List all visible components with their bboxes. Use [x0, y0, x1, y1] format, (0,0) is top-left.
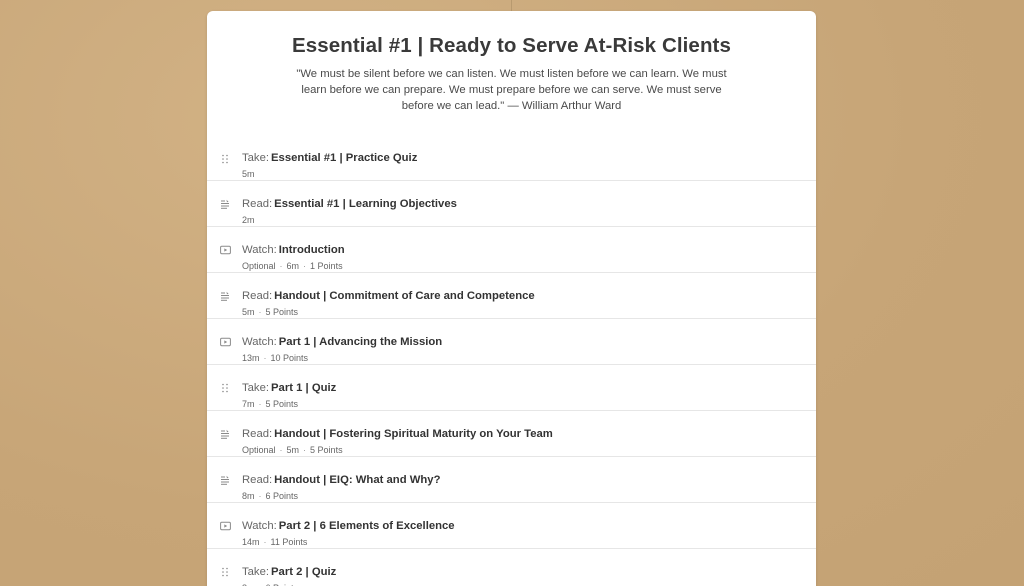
- item-action-prefix: Watch:: [242, 244, 277, 256]
- item-action-prefix: Read:: [242, 428, 273, 440]
- module-item-video[interactable]: Watch: Part 2 | 6 Elements of Excellence 1…: [207, 503, 816, 549]
- item-meta: Optional · 5m · 5 Points: [242, 444, 343, 456]
- item-meta-value: 1 Points: [310, 261, 343, 271]
- item-title-line: Take: Essential #1 | Practice Quiz: [242, 151, 417, 165]
- reading-icon: [220, 291, 230, 301]
- item-name-link[interactable]: Part 1 | Advancing the Mission: [279, 336, 442, 348]
- item-action-prefix: Watch:: [242, 520, 277, 532]
- module-item-quiz[interactable]: Take:Part 2 | Quiz 8m·6 Points: [207, 549, 816, 586]
- reading-icon: [220, 199, 230, 209]
- meta-separator: ·: [303, 445, 307, 455]
- module-item-quiz[interactable]: Take: Essential #1 | Practice Quiz 5m: [207, 138, 816, 181]
- item-meta-value: 5m: [286, 445, 300, 455]
- reading-icon: [220, 429, 230, 439]
- item-name-link[interactable]: Part 2 | 6 Elements of Excellence: [279, 520, 455, 532]
- item-title-line: Take: Part 2 | Quiz: [242, 565, 336, 579]
- item-meta-value: 13m: [242, 353, 260, 363]
- item-action-prefix: Take:: [242, 152, 270, 164]
- module-title: Essential #1 | Ready to Serve At-Risk Cl…: [291, 34, 731, 57]
- video-icon: [220, 337, 231, 347]
- module-item-reading[interactable]: Read: Handout | Commitment of Care and Co…: [207, 273, 816, 319]
- video-icon: [220, 245, 231, 255]
- item-meta-value: 7m: [242, 399, 255, 409]
- module-item-reading[interactable]: Read: Essential #1 | Learning Objectives 2…: [207, 181, 816, 227]
- item-title-line: Read: Handout | EIQ: What and Why?: [242, 473, 440, 487]
- item-meta: 14m · 11 Points: [242, 536, 307, 548]
- item-title-line: Read: Handout | Fostering Spiritual Matur…: [242, 427, 553, 441]
- meta-separator: ·: [258, 307, 262, 317]
- video-icon: [220, 521, 231, 531]
- meta-separator: ·: [258, 399, 262, 409]
- item-meta: 5m · 5 Points: [242, 306, 298, 318]
- item-action-prefix: Read:: [242, 290, 273, 302]
- item-meta-value: 5m: [242, 169, 255, 179]
- module-card: Essential #1 | Ready to Serve At-Risk Cl…: [207, 11, 816, 586]
- module-item-list: Take: Essential #1 | Practice Quiz 5m Read:…: [207, 138, 816, 586]
- item-meta-value: 6 Points: [265, 491, 299, 501]
- item-meta: Optional · 6m · 1 Points: [242, 260, 343, 272]
- item-meta-value: Optional: [242, 261, 276, 271]
- item-meta-value: 11 Points: [270, 537, 308, 547]
- item-name-link[interactable]: Essential #1 | Practice Quiz: [271, 152, 417, 164]
- item-meta-value: 5 Points: [310, 445, 343, 455]
- item-meta-value: 5m: [242, 307, 255, 317]
- item-name-link[interactable]: Handout | Fostering Spiritual Maturity o…: [274, 428, 553, 440]
- item-name-link[interactable]: Part 2 | Quiz: [271, 566, 336, 578]
- item-meta-value: 2m: [242, 215, 255, 225]
- item-title-line: Watch: Part 2 | 6 Elements of Excellence: [242, 519, 455, 533]
- item-meta: 13m · 10 Points: [242, 352, 308, 364]
- item-meta: 8m·6 Points: [242, 582, 298, 586]
- item-action-prefix: Take:: [242, 382, 270, 394]
- module-item-reading[interactable]: Read: Handout | EIQ: What and Why? 8m · 6 Po…: [207, 457, 816, 503]
- item-title-line: Read: Essential #1 | Learning Objectives: [242, 197, 457, 211]
- quiz-icon: [220, 154, 230, 164]
- reading-icon: [220, 475, 230, 485]
- item-meta: 2m: [242, 214, 255, 226]
- item-meta-value: 5 Points: [265, 399, 299, 409]
- meta-separator: ·: [279, 445, 283, 455]
- module-header: Essential #1 | Ready to Serve At-Risk Cl…: [207, 11, 816, 114]
- item-meta-value: 5 Points: [265, 307, 299, 317]
- meta-separator: ·: [303, 261, 307, 271]
- module-item-video[interactable]: Watch: Part 1 | Advancing the Mission 13m ·…: [207, 319, 816, 365]
- item-meta-value: Optional: [242, 445, 276, 455]
- item-action-prefix: Read:: [242, 474, 273, 486]
- quiz-icon: [220, 383, 230, 393]
- item-title-line: Read: Handout | Commitment of Care and Co…: [242, 289, 535, 303]
- item-name-link[interactable]: Part 1 | Quiz: [271, 382, 336, 394]
- item-name-link[interactable]: Essential #1 | Learning Objectives: [274, 198, 457, 210]
- item-meta-value: 14m: [242, 537, 260, 547]
- module-item-reading[interactable]: Read: Handout | Fostering Spiritual Matur…: [207, 411, 816, 457]
- item-meta: 8m·6 Points: [242, 490, 298, 502]
- item-action-prefix: Take:: [242, 566, 270, 578]
- item-name-link[interactable]: Introduction: [279, 244, 345, 256]
- meta-separator: ·: [263, 537, 267, 547]
- meta-separator: ·: [279, 261, 283, 271]
- quiz-icon: [220, 567, 230, 577]
- item-name-link[interactable]: Handout | Commitment of Care and Compete…: [274, 290, 535, 302]
- item-meta-value: 10 Points: [270, 353, 309, 363]
- item-title-line: Watch: Part 1 | Advancing the Mission: [242, 335, 442, 349]
- item-meta: 5m: [242, 168, 255, 180]
- item-title-line: Take: Part 1 | Quiz: [242, 381, 336, 395]
- meta-separator: ·: [258, 491, 262, 501]
- module-quote: "We must be silent before we can listen.…: [296, 68, 727, 112]
- module-item-video[interactable]: Watch: Introduction Optional · 6m · 1 Points: [207, 227, 816, 273]
- meta-separator: ·: [263, 353, 267, 363]
- item-title-line: Watch: Introduction: [242, 243, 345, 257]
- item-name-link[interactable]: Handout | EIQ: What and Why?: [274, 474, 440, 486]
- item-meta-value: 6m: [286, 261, 300, 271]
- item-action-prefix: Watch:: [242, 336, 277, 348]
- module-item-quiz[interactable]: Take: Part 1 | Quiz 7m · 5 Points: [207, 365, 816, 411]
- item-action-prefix: Read:: [242, 198, 273, 210]
- item-meta-value: 8m: [242, 491, 255, 501]
- item-meta: 7m · 5 Points: [242, 398, 298, 410]
